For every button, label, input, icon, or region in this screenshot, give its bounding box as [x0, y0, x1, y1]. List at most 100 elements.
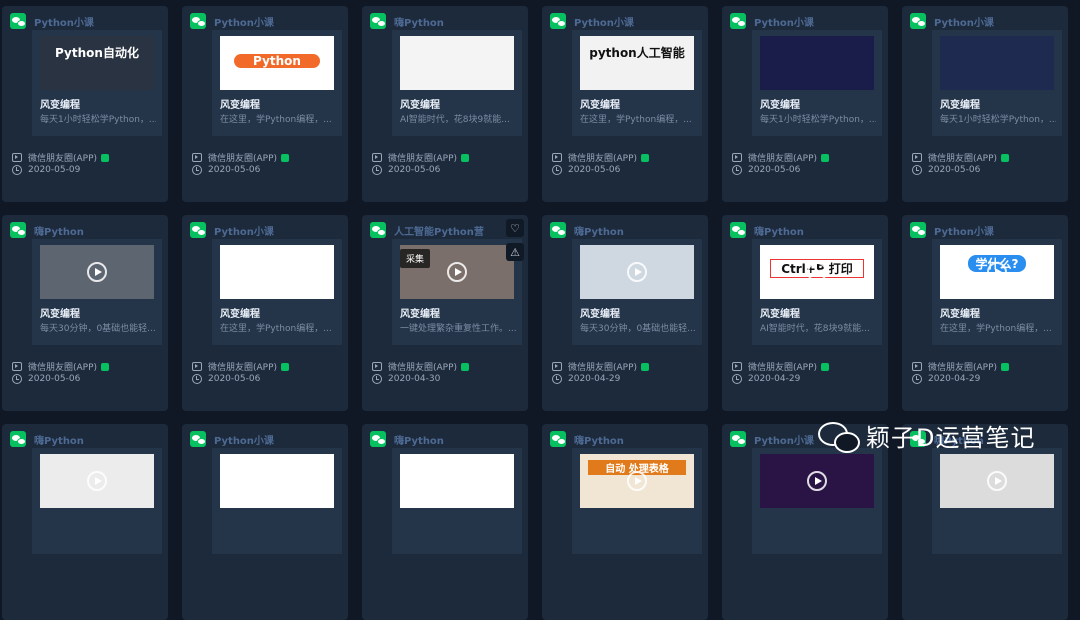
ad-description: 每天30分钟，0基础也能轻... [580, 324, 696, 334]
wechat-small-icon [461, 362, 470, 371]
play-icon[interactable] [267, 262, 287, 282]
ad-thumbnail[interactable] [40, 245, 154, 299]
account-name[interactable]: Python小课 [34, 14, 94, 29]
account-name[interactable]: 嗨Python [394, 14, 444, 29]
play-icon[interactable] [87, 262, 107, 282]
ad-thumbnail[interactable] [220, 454, 334, 508]
account-name[interactable]: 嗨Python [34, 432, 84, 447]
ad-card[interactable]: 嗨Python [902, 424, 1068, 620]
ad-thumbnail[interactable] [580, 245, 694, 299]
ad-preview[interactable] [392, 448, 522, 554]
ad-thumbnail[interactable]: 学什么? [940, 245, 1054, 299]
account-name[interactable]: Python小课 [214, 14, 274, 29]
wechat-bubble-icon [818, 420, 860, 453]
wechat-icon [10, 13, 26, 29]
account-name[interactable]: 人工智能Python营 [394, 223, 484, 238]
account-name[interactable]: 嗨Python [574, 432, 624, 447]
ad-card[interactable]: Python小课 Python 风变编程 在这里，学Python编程，... 微信朋友圈… [182, 6, 348, 202]
ad-preview[interactable]: 采集 风变编程 一键处理繁杂重复性工作。... [392, 239, 522, 345]
play-icon[interactable] [627, 262, 647, 282]
ad-card[interactable]: 嗨Python [362, 424, 528, 620]
card-header: 嗨Python [730, 221, 804, 239]
ad-thumbnail[interactable] [760, 36, 874, 90]
ad-card[interactable]: Python小课 学什么? 风变编程 在这里，学Python编程，... 微信朋友圈(A… [902, 215, 1068, 411]
platform-label: 微信朋友圈(APP) [568, 154, 638, 164]
account-name[interactable]: 嗨Python [574, 223, 624, 238]
ad-card[interactable]: Python小课 风变编程 每天1小时轻松学Python，... 微信朋友圈(APP)… [902, 6, 1068, 202]
account-name[interactable]: Python小课 [754, 432, 814, 447]
account-name[interactable]: Python小课 [214, 223, 274, 238]
play-icon[interactable] [807, 471, 827, 491]
card-header: Python小课 [730, 12, 814, 30]
ad-thumbnail[interactable]: Python自动化 [40, 36, 154, 90]
ad-preview[interactable] [932, 448, 1062, 554]
ad-thumbnail[interactable]: Python [220, 36, 334, 90]
ad-card[interactable]: Python小课 Python自动化 风变编程 每天1小时轻松学Python，... 微… [2, 6, 168, 202]
ad-preview[interactable]: Python自动化 风变编程 每天1小时轻松学Python，... [32, 30, 162, 136]
platform-label: 微信朋友圈(APP) [928, 363, 998, 373]
play-icon[interactable] [987, 471, 1007, 491]
play-icon[interactable] [447, 471, 467, 491]
ad-preview[interactable]: 自动 处理表格 [572, 448, 702, 554]
wechat-icon [910, 13, 926, 29]
account-name[interactable]: Python小课 [754, 14, 814, 29]
account-name[interactable]: Python小课 [214, 432, 274, 447]
ad-thumbnail[interactable] [940, 454, 1054, 508]
ad-card[interactable]: 嗨Python [2, 424, 168, 620]
favorite-button[interactable]: ♡ [506, 219, 524, 237]
ad-preview[interactable] [32, 448, 162, 554]
ad-preview[interactable]: Python 风变编程 在这里，学Python编程，... [212, 30, 342, 136]
ad-preview[interactable]: 风变编程 每天30分钟，0基础也能轻... [572, 239, 702, 345]
play-icon[interactable] [267, 471, 287, 491]
ad-thumbnail[interactable] [220, 245, 334, 299]
ad-thumbnail[interactable] [400, 454, 514, 508]
report-button[interactable]: ⚠ [506, 243, 524, 261]
ad-thumbnail[interactable] [940, 36, 1054, 90]
ad-card[interactable]: Python小课 [722, 424, 888, 620]
ad-card[interactable]: Python小课 [182, 424, 348, 620]
play-icon[interactable] [627, 471, 647, 491]
ad-thumbnail[interactable]: python人工智能 [580, 36, 694, 90]
ad-preview[interactable]: 风变编程 在这里，学Python编程，... [212, 239, 342, 345]
date-row: 2020-05-09 [12, 165, 80, 175]
ad-thumbnail[interactable]: Ctrl+P 打印 [760, 245, 874, 299]
ad-preview[interactable] [752, 448, 882, 554]
ad-preview[interactable]: 学什么? 风变编程 在这里，学Python编程，... [932, 239, 1062, 345]
platform-row: 微信朋友圈(APP) [912, 151, 1010, 164]
ad-preview[interactable]: 风变编程 AI智能时代，花8块9就能... [392, 30, 522, 136]
ad-card[interactable]: 嗨Python Ctrl+P 打印 风变编程 AI智能时代，花8块9就能... 微信朋友… [722, 215, 888, 411]
ad-card[interactable]: 嗨Python 风变编程 每天30分钟，0基础也能轻... 微信朋友圈(APP) 202… [2, 215, 168, 411]
play-icon[interactable] [987, 262, 1007, 282]
ad-preview[interactable]: 风变编程 每天30分钟，0基础也能轻... [32, 239, 162, 345]
account-name[interactable]: Python小课 [934, 14, 994, 29]
account-name[interactable]: Python小课 [934, 223, 994, 238]
ad-thumbnail[interactable] [400, 36, 514, 90]
ad-thumbnail[interactable]: 自动 处理表格 [580, 454, 694, 508]
play-icon[interactable] [447, 262, 467, 282]
ad-thumbnail[interactable] [40, 454, 154, 508]
wechat-icon [190, 222, 206, 238]
ad-preview[interactable]: 风变编程 每天1小时轻松学Python，... [932, 30, 1062, 136]
ad-card[interactable]: Python小课 风变编程 在这里，学Python编程，... 微信朋友圈(APP) 2… [182, 215, 348, 411]
wechat-small-icon [821, 153, 830, 162]
ad-thumbnail[interactable]: 采集 [400, 245, 514, 299]
collect-button[interactable]: 采集 [400, 249, 431, 268]
ad-card[interactable]: Python小课 python人工智能 风变编程 在这里，学Python编程，... 微… [542, 6, 708, 202]
platform-row: 微信朋友圈(APP) [12, 151, 110, 164]
ad-card[interactable]: 嗨Python 风变编程 每天30分钟，0基础也能轻... 微信朋友圈(APP) 202… [542, 215, 708, 411]
ad-thumbnail[interactable] [760, 454, 874, 508]
account-name[interactable]: Python小课 [574, 14, 634, 29]
account-name[interactable]: 嗨Python [754, 223, 804, 238]
account-name[interactable]: 嗨Python [34, 223, 84, 238]
ad-card[interactable]: 嗨Python 风变编程 AI智能时代，花8块9就能... 微信朋友圈(APP) 202… [362, 6, 528, 202]
ad-preview[interactable]: Ctrl+P 打印 风变编程 AI智能时代，花8块9就能... [752, 239, 882, 345]
play-icon[interactable] [807, 262, 827, 282]
account-name[interactable]: 嗨Python [394, 432, 444, 447]
ad-card[interactable]: Python小课 风变编程 每天1小时轻松学Python，... 微信朋友圈(APP)… [722, 6, 888, 202]
ad-card[interactable]: 人工智能Python营 采集 风变编程 一键处理繁杂重复性工作。... 微信朋友圈(AP… [362, 215, 528, 411]
ad-preview[interactable] [212, 448, 342, 554]
play-icon[interactable] [87, 471, 107, 491]
ad-preview[interactable]: python人工智能 风变编程 在这里，学Python编程，... [572, 30, 702, 136]
ad-preview[interactable]: 风变编程 每天1小时轻松学Python，... [752, 30, 882, 136]
ad-card[interactable]: 嗨Python 自动 处理表格 [542, 424, 708, 620]
